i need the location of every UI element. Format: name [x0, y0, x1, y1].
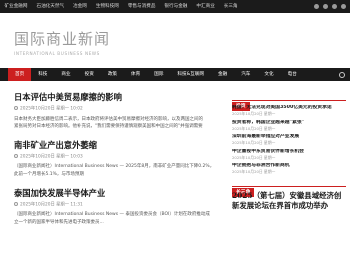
- article-date: 2025年10月20日: [20, 106, 55, 112]
- article: 日本评估中美贸易摩擦的影响 2025年10月20日 星期一 10:02 日本财务…: [14, 92, 222, 130]
- article-excerpt: 日本财务大臣加藤胜信周二表示，日本政府将评估美中贸易摩擦对经济的影响，以及两国之…: [14, 116, 222, 130]
- sidebar: 投资 韩国：无法兑现对美国3500亿美元的投资承诺 2025年10月20日 星期…: [232, 92, 346, 211]
- top-link[interactable]: 冶金网: [69, 0, 92, 13]
- feature-line: 2025（第七届）安徽县域经济创: [232, 190, 342, 200]
- article-excerpt: （国际商业新闻社）International Business News — 泰…: [14, 211, 222, 225]
- article-time: 星期一 11:31: [56, 202, 83, 208]
- excerpt-line: 立一个新的国家半导体和先进电子政策委员...: [14, 219, 104, 225]
- sidebar-item[interactable]: 韩国：无法兑现对美国3500亿美元的投资承诺 2025年10月20日 星期一: [232, 105, 346, 116]
- social-icon[interactable]: [323, 4, 328, 9]
- social-icon[interactable]: [314, 4, 319, 9]
- excerpt-line: 此前一个月增长5.1%，与市场预期: [14, 171, 84, 177]
- sidebar-item[interactable]: 中企拥抱与非洲合作新商机 2025年10月20日 星期一: [232, 163, 346, 174]
- article: 南非矿业产出意外萎缩 2025年10月20日 星期一 10:03 （国际商业新闻…: [14, 140, 222, 178]
- search-icon[interactable]: [339, 71, 345, 78]
- nav-item[interactable]: 金融: [211, 68, 234, 81]
- social-icons: [314, 0, 346, 13]
- site-title: 国际商业新闻: [14, 30, 111, 48]
- nav-item[interactable]: 体育: [124, 68, 147, 81]
- excerpt-line: （国际商业新闻社）International Business News — 泰…: [14, 212, 210, 218]
- top-link[interactable]: 生物科技网: [91, 0, 123, 13]
- site-subtitle: INTERNATIONAL BUSINESS NEWS: [14, 51, 100, 56]
- article-date: 2025年10月20日: [20, 154, 55, 160]
- nav-item[interactable]: 投资: [78, 68, 101, 81]
- article-excerpt: （国际商业新闻社）International Business News — 2…: [14, 163, 222, 177]
- nav-item[interactable]: 科技&互联网: [170, 68, 211, 81]
- article-list: 日本评估中美贸易摩擦的影响 2025年10月20日 星期一 10:02 日本财务…: [14, 92, 222, 236]
- main-nav: 首页 科技 商业 投资 政策 体育 国际 科技&互联网 金融 汽车 文化 电台: [0, 68, 350, 81]
- nav-item-home[interactable]: 首页: [8, 68, 32, 81]
- excerpt-line: （国际商业新闻社）International Business News — 2…: [14, 164, 215, 170]
- article-meta: 2025年10月20日 星期一 10:02: [14, 106, 222, 113]
- clock-icon: [14, 106, 18, 110]
- sidebar-item-date: 2025年10月20日 星期一: [232, 169, 276, 174]
- article-meta: 2025年10月20日 星期一 11:31: [14, 201, 222, 209]
- nav-item[interactable]: 汽车: [234, 68, 257, 81]
- article-time: 星期一 10:03: [56, 154, 83, 160]
- sidebar-item-date: 2025年10月20日 星期一: [232, 140, 276, 145]
- feature-line: 新发展论坛在界首市成功举办: [232, 200, 329, 210]
- article-title[interactable]: 泰国加快发展半导体产业: [14, 188, 222, 199]
- social-icon[interactable]: [332, 4, 337, 9]
- sidebar-item-date: 2025年10月20日 星期一: [232, 125, 276, 131]
- nav-item[interactable]: 国际: [147, 68, 170, 81]
- top-link[interactable]: 矿业金融网: [0, 0, 32, 13]
- sidebar-item[interactable]: 深圳前海最新举措应对产业发展 2025年10月20日 星期一: [232, 134, 346, 145]
- top-link[interactable]: 长三角: [219, 0, 242, 13]
- sidebar-section-header: 投资: [232, 92, 346, 111]
- article-time: 星期一 10:02: [56, 106, 83, 112]
- top-link[interactable]: 石油化天然气: [32, 0, 69, 13]
- excerpt-line: 紧张局势对日本经济的影响。他补充说，"我们需要保持谨慎观察美国和中国之间的"并强…: [14, 123, 203, 129]
- nav-item[interactable]: 政策: [101, 68, 124, 81]
- social-icon[interactable]: [341, 4, 346, 9]
- top-link[interactable]: 银行与金融: [160, 0, 192, 13]
- nav-item[interactable]: 科技: [31, 68, 54, 81]
- nav-item[interactable]: 电台: [281, 68, 304, 81]
- site-logo[interactable]: 国际商业新闻 INTERNATIONAL BUSINESS NEWS: [14, 30, 194, 56]
- top-bar: 矿业金融网 石油化天然气 冶金网 生物科技网 零售与消费品 银行与金融 中汇商业…: [0, 0, 350, 13]
- article-title[interactable]: 南非矿业产出意外萎缩: [14, 140, 222, 151]
- excerpt-line: 日本财务大臣加藤胜信周二表示，日本政府将评估美中贸易摩擦对经济的影响，以及两国之…: [14, 116, 203, 122]
- clock-icon: [14, 201, 18, 206]
- article-meta: 2025年10月20日 星期一 10:03: [14, 153, 222, 161]
- clock-icon: [14, 153, 18, 158]
- sidebar-item[interactable]: 投资者称，韩国企业越来越"紧张" 2025年10月20日 星期一: [232, 120, 346, 131]
- sidebar-item-date: 2025年10月20日 星期一: [232, 111, 276, 116]
- feature-headline[interactable]: 2025（第七届）安徽县域经济创 新发展论坛在界首市成功举办: [232, 191, 346, 211]
- sidebar-item-date: 2025年10月20日 星期一: [232, 154, 276, 160]
- nav-item[interactable]: 文化: [257, 68, 280, 81]
- article-date: 2025年10月20日: [20, 202, 55, 208]
- top-link[interactable]: 零售与消费品: [123, 0, 160, 13]
- nav-item[interactable]: 商业: [54, 68, 77, 81]
- sidebar-item[interactable]: 中企重视中东贸易伙伴新增长机会 2025年10月20日 星期一: [232, 149, 346, 160]
- article-title[interactable]: 日本评估中美贸易摩擦的影响: [14, 92, 222, 103]
- top-link[interactable]: 中汇商业: [192, 0, 219, 13]
- article: 泰国加快发展半导体产业 2025年10月20日 星期一 11:31 （国际商业新…: [14, 188, 222, 226]
- sidebar-section-header: 长三角: [232, 178, 346, 197]
